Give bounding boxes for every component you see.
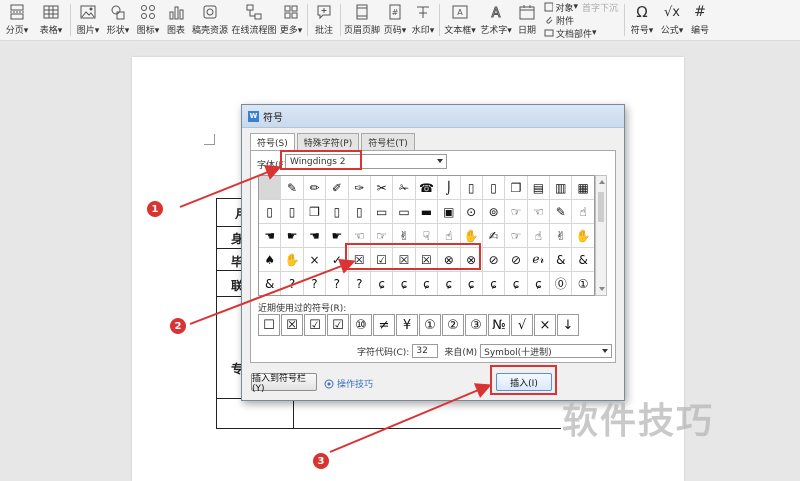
highlight-checkbox-symbols <box>345 243 481 270</box>
step-badge-3: 3 <box>313 453 329 469</box>
highlight-font-select <box>280 150 362 170</box>
annotation-arrow-1 <box>179 165 282 208</box>
watermark-text: 软件技巧 <box>562 401 715 442</box>
annotation-arrow-2 <box>189 258 356 325</box>
step-badge-2: 2 <box>170 318 186 334</box>
step-badge-1: 1 <box>147 201 163 217</box>
highlight-insert-button <box>490 365 557 395</box>
annotation-arrow-3 <box>329 383 492 453</box>
